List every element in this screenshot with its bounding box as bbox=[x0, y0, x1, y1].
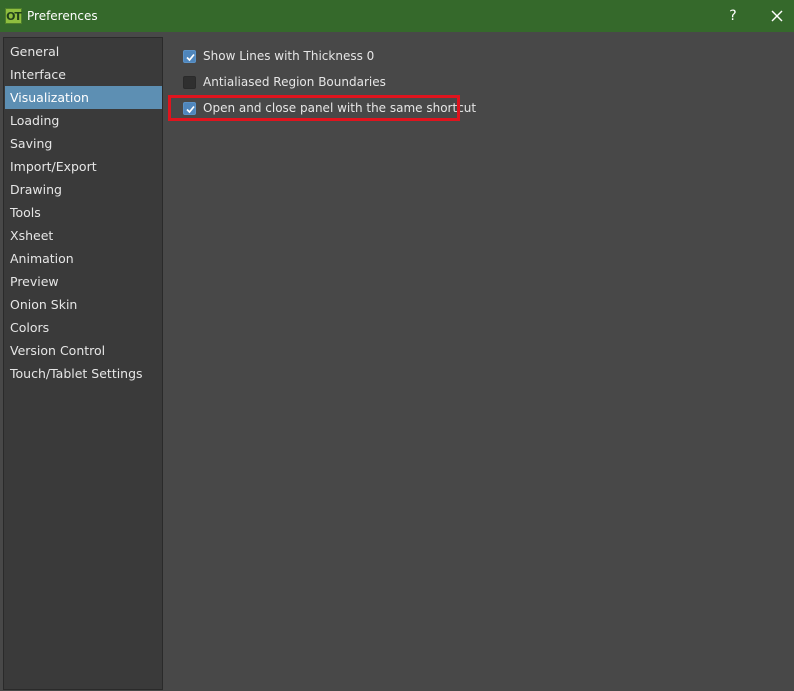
sidebar-item-colors[interactable]: Colors bbox=[5, 316, 162, 339]
window-title: Preferences bbox=[27, 9, 98, 23]
sidebar-item-preview[interactable]: Preview bbox=[5, 270, 162, 293]
checkmark-icon bbox=[186, 105, 195, 113]
show-lines-thickness-checkbox[interactable] bbox=[183, 49, 196, 63]
antialiased-boundaries-checkbox[interactable] bbox=[183, 75, 196, 89]
sidebar-item-onion-skin[interactable]: Onion Skin bbox=[5, 293, 162, 316]
sidebar-item-animation[interactable]: Animation bbox=[5, 247, 162, 270]
category-list: General Interface Visualization Loading … bbox=[3, 37, 163, 690]
show-lines-thickness-label: Show Lines with Thickness 0 bbox=[203, 49, 375, 63]
show-lines-thickness-option[interactable]: Show Lines with Thickness 0 bbox=[183, 46, 374, 66]
app-logo-icon: OT bbox=[5, 8, 22, 24]
antialiased-boundaries-label: Antialiased Region Boundaries bbox=[203, 75, 386, 89]
preferences-window: OT Preferences ? General Interface Visua… bbox=[0, 0, 794, 691]
checkmark-icon bbox=[186, 53, 195, 61]
sidebar-item-version-control[interactable]: Version Control bbox=[5, 339, 162, 362]
sidebar-item-saving[interactable]: Saving bbox=[5, 132, 162, 155]
sidebar-item-interface[interactable]: Interface bbox=[5, 63, 162, 86]
same-shortcut-option[interactable]: Open and close panel with the same short… bbox=[183, 98, 476, 118]
visualization-settings-panel: Show Lines with Thickness 0 Antialiased … bbox=[165, 37, 794, 691]
sidebar-item-xsheet[interactable]: Xsheet bbox=[5, 224, 162, 247]
sidebar-item-import-export[interactable]: Import/Export bbox=[5, 155, 162, 178]
sidebar-item-drawing[interactable]: Drawing bbox=[5, 178, 162, 201]
same-shortcut-label: Open and close panel with the same short… bbox=[203, 101, 477, 115]
sidebar-item-general[interactable]: General bbox=[5, 40, 162, 63]
sidebar-item-tools[interactable]: Tools bbox=[5, 201, 162, 224]
sidebar-item-touch-tablet-settings[interactable]: Touch/Tablet Settings bbox=[5, 362, 162, 385]
title-bar[interactable]: OT Preferences ? bbox=[0, 0, 794, 32]
close-button[interactable] bbox=[762, 3, 792, 29]
help-button[interactable]: ? bbox=[720, 3, 746, 29]
antialiased-boundaries-option[interactable]: Antialiased Region Boundaries bbox=[183, 72, 386, 92]
sidebar-item-loading[interactable]: Loading bbox=[5, 109, 162, 132]
same-shortcut-checkbox[interactable] bbox=[183, 101, 196, 115]
close-icon bbox=[771, 10, 783, 22]
sidebar-item-visualization[interactable]: Visualization bbox=[5, 86, 162, 109]
